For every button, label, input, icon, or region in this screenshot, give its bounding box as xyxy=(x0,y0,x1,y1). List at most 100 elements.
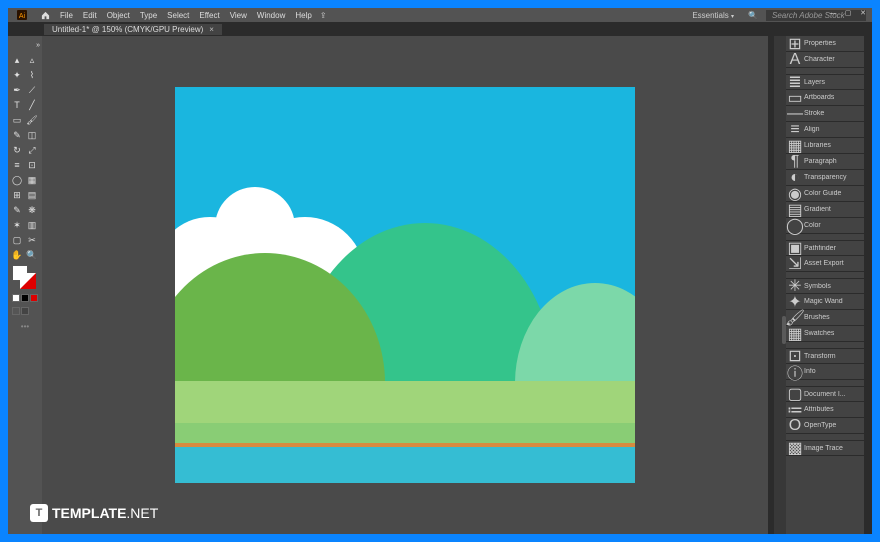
document-tab-bar: Untitled-1* @ 150% (CMYK/GPU Preview) × xyxy=(8,22,872,36)
panel-label: Pathfinder xyxy=(804,245,836,252)
char-icon: A xyxy=(790,55,800,65)
shape-builder-tool[interactable]: ◯ xyxy=(10,173,24,187)
menu-file[interactable]: File xyxy=(60,11,73,20)
panel-label: Info xyxy=(804,368,816,375)
blend-tool[interactable]: ❋ xyxy=(25,203,39,217)
props-icon: ⊞ xyxy=(790,39,800,49)
color-mode-button[interactable] xyxy=(12,294,20,302)
watermark-name: TEMPLATE xyxy=(52,505,126,521)
lib-icon: ▦ xyxy=(790,141,800,151)
toolbox: » ▴▵✦⌇✒⟋T╱▭🖌✎◫↻⤢≡⊡◯▦⊞▤✎❋✶▥▢✂✋🔍••• xyxy=(8,36,42,534)
toolbox-flyout-icon[interactable]: » xyxy=(10,38,40,52)
panel-label: Character xyxy=(804,56,835,63)
menu-help[interactable]: Help xyxy=(295,11,311,20)
screen-mode-button[interactable] xyxy=(21,307,29,315)
fill-stroke-swatch[interactable] xyxy=(12,265,36,289)
eraser-tool[interactable]: ◫ xyxy=(25,128,39,142)
attr-icon: ≔ xyxy=(790,405,800,415)
app-window: — ▢ ✕ Ai FileEditObjectTypeSelectEffectV… xyxy=(8,8,872,534)
color-icon: ◯ xyxy=(790,221,800,231)
watermark-suffix: .NET xyxy=(126,505,158,521)
canvas[interactable] xyxy=(42,36,768,534)
curvature-tool[interactable]: ⟋ xyxy=(25,83,39,97)
panel-label: Layers xyxy=(804,79,825,86)
menu-type[interactable]: Type xyxy=(140,11,157,20)
top-menu-bar: Ai FileEditObjectTypeSelectEffectViewWin… xyxy=(8,8,872,22)
panel-swatches[interactable]: ▦ Swatches xyxy=(786,326,864,342)
document-tab[interactable]: Untitled-1* @ 150% (CMYK/GPU Preview) × xyxy=(44,24,222,35)
menu-select[interactable]: Select xyxy=(167,11,189,20)
rectangle-tool[interactable]: ▭ xyxy=(10,113,24,127)
free-transform-tool[interactable]: ⊡ xyxy=(25,158,39,172)
panel-label: Image Trace xyxy=(804,445,843,452)
panel-label: Asset Export xyxy=(804,260,844,267)
symbol-sprayer-tool[interactable]: ✶ xyxy=(10,218,24,232)
app-body: » ▴▵✦⌇✒⟋T╱▭🖌✎◫↻⤢≡⊡◯▦⊞▤✎❋✶▥▢✂✋🔍••• xyxy=(8,36,872,534)
lasso-tool[interactable]: ⌇ xyxy=(25,68,39,82)
width-tool[interactable]: ≡ xyxy=(10,158,24,172)
panel-label: Document I... xyxy=(804,391,846,398)
color-mode-button[interactable] xyxy=(30,294,38,302)
scrollbar-panel[interactable] xyxy=(864,36,872,534)
menu-edit[interactable]: Edit xyxy=(83,11,97,20)
panel-info[interactable]: ⓘInfo xyxy=(786,364,864,380)
swatch-icon: ▦ xyxy=(790,329,800,339)
rotate-tool[interactable]: ↻ xyxy=(10,143,24,157)
color-mode-row xyxy=(10,292,40,304)
menu-effect[interactable]: Effect xyxy=(199,11,219,20)
screen-mode-button[interactable] xyxy=(12,307,20,315)
panel-label: Swatches xyxy=(804,330,834,337)
trace-icon: ▩ xyxy=(790,443,800,453)
main-menu: File Edit Object Type Select Effect View Window… xyxy=(60,11,312,20)
home-icon[interactable] xyxy=(38,8,52,22)
color-mode-button[interactable] xyxy=(21,294,29,302)
panel-opentype[interactable]: OOpenType xyxy=(786,418,864,434)
column-graph-tool[interactable]: ▥ xyxy=(25,218,39,232)
gradient-tool[interactable]: ▤ xyxy=(25,188,39,202)
panel-label: Artboards xyxy=(804,94,834,101)
panel-collapse-strip[interactable] xyxy=(774,36,786,534)
artboard xyxy=(175,87,635,483)
panel-label: Properties xyxy=(804,40,836,47)
selection-tool[interactable]: ▴ xyxy=(10,53,24,67)
tab-label: Untitled-1* @ 150% (CMYK/GPU Preview) xyxy=(52,25,203,34)
panel-label: Brushes xyxy=(804,314,830,321)
menu-object[interactable]: Object xyxy=(107,11,130,20)
panel-asset-export[interactable]: ⇲Asset Export xyxy=(786,256,864,272)
brush-icon: 🖌 xyxy=(790,313,800,323)
hand-tool[interactable]: ✋ xyxy=(10,248,24,262)
layers-icon: ≣ xyxy=(790,77,800,87)
mesh-tool[interactable]: ⊞ xyxy=(10,188,24,202)
type-tool[interactable]: T xyxy=(10,98,24,112)
menu-view[interactable]: View xyxy=(230,11,247,20)
panel-character[interactable]: A Character xyxy=(786,52,864,68)
scale-tool[interactable]: ⤢ xyxy=(25,143,39,157)
maximize-button[interactable]: ▢ xyxy=(841,8,855,18)
zoom-tool[interactable]: 🔍 xyxy=(25,248,39,262)
magic-wand-tool[interactable]: ✦ xyxy=(10,68,24,82)
align-icon: ≡ xyxy=(790,125,800,135)
menu-window[interactable]: Window xyxy=(257,11,285,20)
panel-image-trace[interactable]: ▩ Image Trace xyxy=(786,440,864,456)
shaper-tool[interactable]: ✎ xyxy=(10,128,24,142)
slice-tool[interactable]: ✂ xyxy=(25,233,39,247)
panel-label: Libraries xyxy=(804,142,831,149)
window-controls: — ▢ ✕ xyxy=(826,8,870,18)
panel-label: Attributes xyxy=(804,406,834,413)
pen-tool[interactable]: ✒ xyxy=(10,83,24,97)
artboard-tool[interactable]: ▢ xyxy=(10,233,24,247)
direct-selection-tool[interactable]: ▵ xyxy=(25,53,39,67)
close-button[interactable]: ✕ xyxy=(856,8,870,18)
perspective-tool[interactable]: ▦ xyxy=(25,173,39,187)
panel-color[interactable]: ◯Color xyxy=(786,218,864,234)
stroke-icon: — xyxy=(790,109,800,119)
eyedropper-tool[interactable]: ✎ xyxy=(10,203,24,217)
share-icon[interactable]: ⇪ xyxy=(320,11,327,20)
workspace-switcher[interactable]: Essentials ▾ xyxy=(686,11,740,20)
drag-handle[interactable] xyxy=(782,316,786,344)
minimize-button[interactable]: — xyxy=(826,8,840,18)
edit-toolbar-button[interactable]: ••• xyxy=(10,318,40,331)
paintbrush-tool[interactable]: 🖌 xyxy=(25,113,39,127)
line-tool[interactable]: ╱ xyxy=(25,98,39,112)
close-icon[interactable]: × xyxy=(209,25,214,34)
